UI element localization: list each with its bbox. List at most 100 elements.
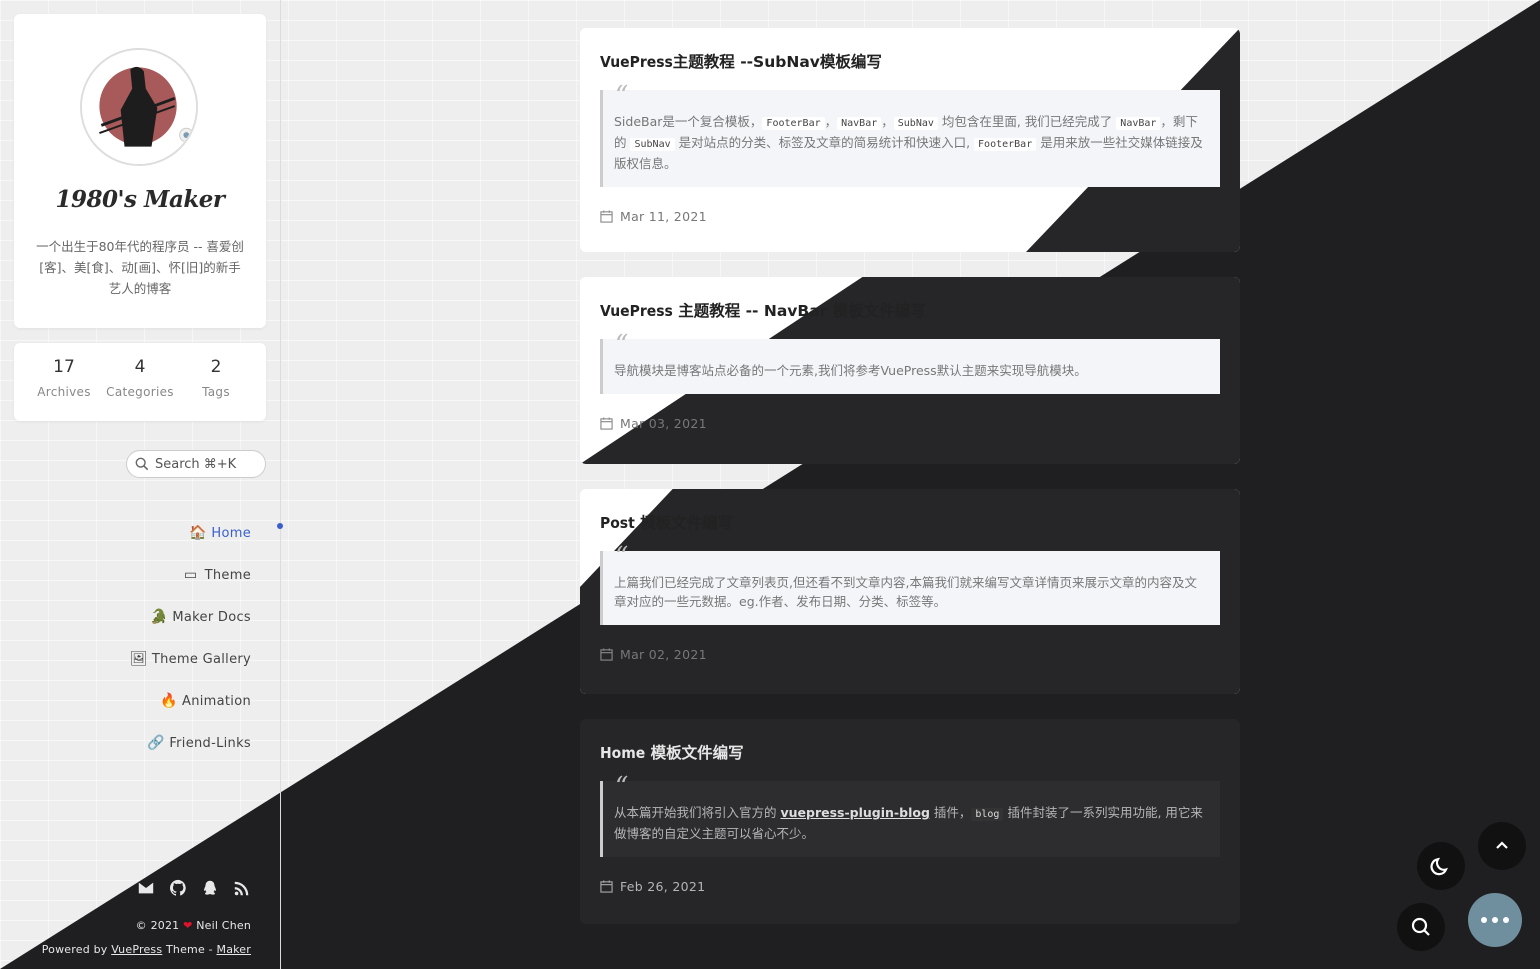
fire-icon: 🔥 bbox=[160, 693, 178, 709]
post-title[interactable]: VuePress主题教程 --SubNav模板编写 bbox=[600, 50, 1220, 72]
excerpt-text: 从本篇开始我们将引入官方的 bbox=[614, 805, 781, 820]
theme-text: Theme - bbox=[165, 943, 213, 956]
dot bbox=[1481, 917, 1487, 923]
quote-mark-icon: “ bbox=[615, 542, 629, 572]
heart-icon: ❤ bbox=[183, 919, 193, 932]
search-button[interactable] bbox=[1397, 903, 1445, 951]
stat-categories[interactable]: 4 Categories bbox=[102, 343, 178, 421]
title-rest: 模板文件编写 bbox=[645, 744, 744, 762]
nav-label: Maker Docs bbox=[172, 609, 251, 625]
date-text: Mar 03, 2021 bbox=[620, 415, 707, 431]
profile-card: 1980's Maker 一个出生于80年代的程序员 -- 喜爱创[客]、美[食… bbox=[14, 14, 266, 328]
avatar[interactable] bbox=[80, 48, 198, 166]
excerpt-text: ， bbox=[881, 114, 894, 129]
nav-item-theme[interactable]: ▭ Theme bbox=[130, 554, 251, 596]
date-text: Feb 26, 2021 bbox=[620, 878, 706, 894]
sidebar: 1980's Maker 一个出生于80年代的程序员 -- 喜爱创[客]、美[食… bbox=[0, 0, 281, 969]
gallery-icon: 🖼 bbox=[129, 651, 148, 667]
post-list: VuePress主题教程 --SubNav模板编写 “ SideBar是一个复合… bbox=[580, 28, 1240, 949]
excerpt-code: SubNav bbox=[630, 138, 675, 151]
moon-icon bbox=[1430, 857, 1448, 876]
copyright-year: © 2021 bbox=[135, 919, 180, 932]
calendar-icon bbox=[600, 209, 613, 223]
title-rest: 模板文件编写 bbox=[634, 514, 734, 532]
excerpt-text: 上篇我们已经完成了文章列表页,但还看不到文章内容,本篇我们就来编写文章详情页来展… bbox=[614, 575, 1197, 609]
stat-tags[interactable]: 2 Tags bbox=[178, 343, 254, 421]
post-title[interactable]: VuePress 主题教程 -- NavBar 模板文件编写 bbox=[600, 299, 1220, 321]
search-icon bbox=[135, 457, 149, 471]
title-bold: Post bbox=[600, 514, 635, 532]
home-icon: 🏠 bbox=[189, 525, 208, 541]
plugin-link[interactable]: vuepress-plugin-blog bbox=[780, 805, 929, 820]
post-title[interactable]: Home 模板文件编写 bbox=[600, 741, 1220, 763]
more-menu-button[interactable] bbox=[1468, 893, 1522, 947]
title-bold: Home bbox=[600, 744, 646, 762]
quote-mark-icon: “ bbox=[615, 330, 629, 360]
nav-item-maker-docs[interactable]: 🐊 Maker Docs bbox=[130, 596, 251, 638]
powered-by: Powered by VuePress Theme - Maker bbox=[42, 943, 251, 956]
back-to-top-button[interactable] bbox=[1478, 822, 1526, 870]
stat-label: Tags bbox=[202, 385, 230, 399]
quote-mark-icon: “ bbox=[615, 772, 629, 802]
excerpt-text: 是对站点的分类、标签及文章的简易统计和快速入口, bbox=[674, 135, 975, 150]
profile-name: 1980's Maker bbox=[55, 186, 225, 213]
title-bold: VuePress bbox=[600, 302, 673, 320]
qq-icon[interactable] bbox=[201, 879, 219, 897]
title-rest: 主题教程 -- NavBar 模板文件编写 bbox=[672, 302, 926, 320]
post-card[interactable]: Post 模板文件编写 “ 上篇我们已经完成了文章列表页,但还看不到文章内容,本… bbox=[580, 489, 1240, 694]
excerpt-code: FooterBar bbox=[762, 117, 825, 130]
excerpt-text: 插件， bbox=[929, 805, 972, 820]
profile-bio: 一个出生于80年代的程序员 -- 喜爱创[客]、美[食]、动[画]、怀[旧]的新… bbox=[36, 239, 244, 296]
calendar-icon bbox=[600, 879, 613, 893]
excerpt-code: blog bbox=[971, 808, 1004, 821]
nav-label: Theme bbox=[204, 567, 251, 583]
stat-value: 2 bbox=[210, 357, 222, 377]
nav-item-animation[interactable]: 🔥 Animation bbox=[130, 680, 251, 722]
excerpt-text: SideBar是一个复合模板， bbox=[614, 114, 763, 129]
search-placeholder: Search ⌘+K bbox=[155, 456, 237, 472]
post-card[interactable]: VuePress主题教程 --SubNav模板编写 “ SideBar是一个复合… bbox=[580, 28, 1240, 252]
rss-icon[interactable] bbox=[233, 879, 251, 897]
dot bbox=[1492, 917, 1498, 923]
stat-label: Categories bbox=[106, 385, 174, 399]
nav-label: Home bbox=[211, 525, 251, 541]
stat-value: 4 bbox=[134, 357, 146, 377]
nav-item-theme-gallery[interactable]: 🖼 Theme Gallery bbox=[130, 638, 251, 680]
date-text: Mar 02, 2021 bbox=[620, 646, 707, 662]
email-icon[interactable] bbox=[137, 879, 155, 897]
vuepress-link[interactable]: VuePress bbox=[111, 943, 162, 956]
post-title[interactable]: Post 模板文件编写 bbox=[600, 511, 1220, 533]
post-excerpt: “ 导航模块是博客站点必备的一个元素,我们将参考VuePress默认主题来实现导… bbox=[600, 330, 1220, 394]
post-card[interactable]: Home 模板文件编写 “ 从本篇开始我们将引入官方的 vuepress-plu… bbox=[580, 719, 1240, 924]
quote-mark-icon: “ bbox=[615, 81, 629, 111]
post-date: Mar 02, 2021 bbox=[600, 625, 1220, 683]
stat-archives[interactable]: 17 Archives bbox=[26, 343, 102, 421]
post-date: Mar 03, 2021 bbox=[600, 394, 1220, 452]
copyright: © 2021 ❤ Neil Chen bbox=[136, 919, 251, 932]
docs-icon: 🐊 bbox=[150, 609, 169, 625]
theme-icon: ▭ bbox=[183, 567, 198, 583]
stat-value: 17 bbox=[53, 357, 75, 377]
calendar-icon bbox=[600, 647, 613, 661]
sidebar-nav: 🏠 Home ▭ Theme 🐊 Maker Docs 🖼 Theme Gall… bbox=[130, 512, 251, 764]
post-excerpt: “ 从本篇开始我们将引入官方的 vuepress-plugin-blog 插件，… bbox=[600, 772, 1220, 857]
date-text: Mar 11, 2021 bbox=[620, 208, 707, 224]
post-excerpt: “ 上篇我们已经完成了文章列表页,但还看不到文章内容,本篇我们就来编写文章详情页… bbox=[600, 542, 1220, 625]
nav-item-friend-links[interactable]: 🔗 Friend-Links bbox=[130, 722, 251, 764]
social-links bbox=[137, 879, 251, 897]
maker-link[interactable]: Maker bbox=[217, 943, 252, 956]
post-card[interactable]: VuePress 主题教程 -- NavBar 模板文件编写 “ 导航模块是博客… bbox=[580, 277, 1240, 464]
excerpt-text: 导航模块是博客站点必备的一个元素,我们将参考VuePress默认主题来实现导航模… bbox=[614, 363, 1087, 378]
author-name: Neil Chen bbox=[196, 919, 251, 932]
stats-card: 17 Archives 4 Categories 2 Tags bbox=[14, 343, 266, 421]
theme-toggle-button[interactable] bbox=[1417, 842, 1465, 890]
post-excerpt: “ SideBar是一个复合模板， FooterBar， NavBar， SubNav… bbox=[600, 81, 1220, 187]
nav-label: Friend-Links bbox=[169, 735, 251, 751]
search-input[interactable]: Search ⌘+K bbox=[126, 450, 266, 478]
excerpt-code: NavBar bbox=[1116, 117, 1161, 130]
active-nav-indicator bbox=[277, 523, 283, 529]
powered-prefix: Powered by bbox=[41, 943, 108, 956]
github-icon[interactable] bbox=[169, 879, 187, 897]
nav-item-home[interactable]: 🏠 Home bbox=[130, 512, 251, 554]
post-date: Mar 11, 2021 bbox=[600, 187, 1220, 245]
